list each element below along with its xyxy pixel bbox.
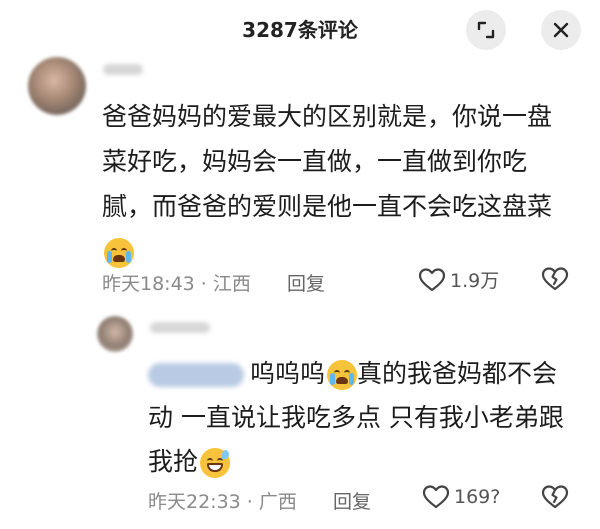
- comments-count-title: 3287条评论: [242, 18, 358, 42]
- username-blurred[interactable]: [103, 64, 143, 75]
- comments-header: 3287条评论: [0, 0, 600, 56]
- dislike-button[interactable]: [541, 266, 569, 296]
- comment-line: 腻，而爸爸的爱则是他一直不会吃这盘菜: [102, 192, 553, 221]
- comment-line: 菜好吃，妈妈会一直做，一直做到你吃: [102, 147, 528, 176]
- close-button[interactable]: [541, 10, 581, 50]
- comment-time-location: 昨天18:43 · 江西: [102, 273, 251, 295]
- reply-fragment: 真的我爸妈都不会: [357, 359, 558, 388]
- comment-text: 爸爸妈妈的爱最大的区别就是，你说一盘 菜好吃，妈妈会一直做，一直做到你吃 腻，而…: [102, 94, 572, 274]
- reply-line: 我抢: [148, 440, 588, 484]
- reply-button[interactable]: 回复: [333, 487, 371, 514]
- expand-icon: [477, 21, 495, 39]
- emoji-line: [102, 229, 572, 274]
- reply-fragment: 我抢: [148, 447, 199, 476]
- comment-line: 爸爸妈妈的爱最大的区别就是，你说一盘: [102, 102, 553, 131]
- like-button[interactable]: 169?: [422, 484, 500, 510]
- heart-icon: [422, 485, 450, 509]
- avatar[interactable]: [28, 57, 86, 115]
- reply-text: 呜呜呜 真的我爸妈都不会 动 一直说让我吃多点 只有我小老弟跟 我抢: [148, 352, 588, 484]
- mention-blurred[interactable]: [148, 363, 244, 387]
- broken-heart-icon: [541, 267, 569, 291]
- crying-emoji-icon: [327, 360, 358, 390]
- dislike-button[interactable]: [541, 484, 569, 514]
- like-count: 169?: [454, 486, 501, 508]
- close-icon: [553, 22, 569, 38]
- like-button[interactable]: 1.9万: [418, 266, 499, 293]
- broken-heart-icon: [541, 485, 569, 509]
- sweat-smile-emoji-icon: [200, 448, 231, 478]
- reply-line: 呜呜呜 真的我爸妈都不会: [148, 352, 588, 396]
- reply-line: 动 一直说让我吃多点 只有我小老弟跟: [148, 403, 564, 432]
- crying-emoji-icon: [104, 238, 134, 268]
- heart-icon: [418, 267, 446, 291]
- expand-button[interactable]: [466, 10, 506, 50]
- avatar[interactable]: [97, 316, 133, 352]
- reply-fragment: 呜呜呜: [250, 359, 326, 388]
- reply-button[interactable]: 回复: [287, 269, 325, 296]
- like-count: 1.9万: [450, 270, 500, 292]
- reply-time-location: 昨天22:33 · 广西: [148, 491, 297, 513]
- username-blurred[interactable]: [150, 322, 210, 333]
